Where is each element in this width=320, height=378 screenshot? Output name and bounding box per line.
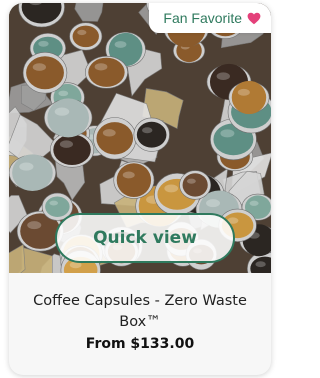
product-info: Coffee Capsules - Zero Waste Box™ From $… [9, 273, 271, 375]
product-card[interactable]: Fan Favorite Quick view Coffee Capsules … [9, 3, 271, 375]
fan-favorite-badge: Fan Favorite [149, 3, 271, 33]
product-price: From $133.00 [85, 336, 195, 352]
badge-label: Fan Favorite [163, 10, 242, 26]
quick-view-label: Quick view [93, 228, 197, 248]
heart-icon [247, 12, 261, 24]
quick-view-button[interactable]: Quick view [55, 213, 235, 263]
product-title[interactable]: Coffee Capsules - Zero Waste Box™ [17, 291, 263, 333]
